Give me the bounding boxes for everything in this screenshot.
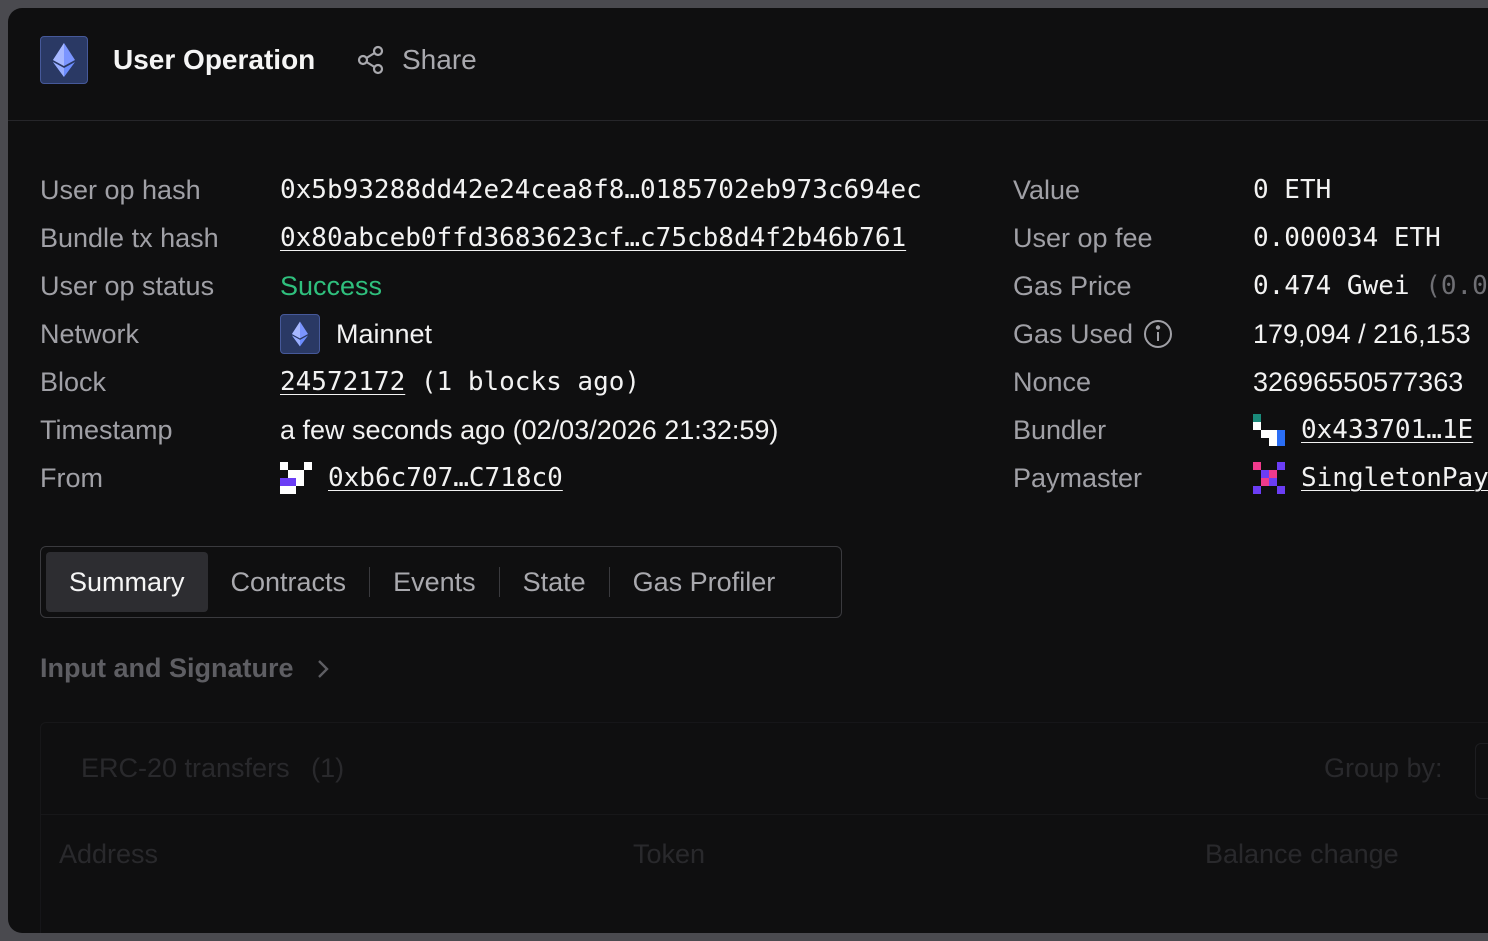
- paymaster-label: Paymaster: [1013, 463, 1143, 493]
- nonce-label: Nonce: [1013, 367, 1092, 397]
- timestamp-value: a few seconds ago (02/03/2026 21:32:59): [280, 415, 779, 445]
- section-title: Input and Signature: [40, 653, 294, 683]
- gas-used-value: 179,094 / 216,153: [1253, 319, 1471, 349]
- info-icon[interactable]: [1143, 319, 1173, 349]
- timestamp-label: Timestamp: [40, 415, 173, 445]
- from-avatar-icon: [280, 462, 312, 494]
- ethereum-icon: [280, 314, 320, 354]
- tab-state[interactable]: State: [500, 552, 609, 612]
- chevron-right-icon: [317, 659, 329, 678]
- gas-price-label: Gas Price: [1013, 271, 1132, 301]
- tab-contracts[interactable]: Contracts: [208, 552, 370, 612]
- transfers-count: (1): [311, 753, 345, 783]
- tab-bar: Summary Contracts Events State Gas Profi…: [40, 546, 842, 618]
- tab-gas-profiler[interactable]: Gas Profiler: [610, 552, 799, 612]
- network-value: Mainnet: [336, 319, 433, 349]
- ethereum-icon: [40, 36, 88, 84]
- input-signature-toggle[interactable]: Input and Signature: [40, 653, 330, 684]
- status-badge: Success: [280, 271, 383, 301]
- gas-price-extra: (0.00: [1425, 271, 1488, 301]
- share-button[interactable]: Share: [356, 44, 477, 76]
- bundler-avatar-icon: [1253, 414, 1285, 446]
- user-op-hash-label: User op hash: [40, 175, 201, 205]
- fee-label: User op fee: [1013, 223, 1153, 253]
- from-address-link[interactable]: 0xb6c707…C718c0: [328, 463, 563, 493]
- page-title: User Operation: [113, 44, 316, 75]
- bundle-tx-hash-link[interactable]: 0x80abceb0ffd3683623cf…c75cb8d4f2b46b761: [280, 223, 910, 253]
- network-label: Network: [40, 319, 140, 349]
- bundler-address-link[interactable]: 0x433701…1E: [1301, 415, 1488, 445]
- value-amount: 0 ETH: [1253, 175, 1332, 205]
- transfers-title: ERC-20 transfers: [81, 753, 290, 783]
- fee-amount: 0.000034 ETH: [1253, 223, 1441, 253]
- nonce-value: 32696550577363: [1253, 367, 1464, 397]
- share-label: Share: [402, 44, 477, 75]
- paymaster-avatar-icon: [1253, 462, 1285, 494]
- column-balance-change: Balance change: [1205, 839, 1399, 869]
- paymaster-link[interactable]: SingletonPay: [1301, 463, 1488, 493]
- value-label: Value: [1013, 175, 1081, 205]
- share-icon: [357, 45, 384, 75]
- status-label: User op status: [40, 271, 215, 301]
- app-window: User Operation Share User op hash 0x5b93…: [8, 8, 1488, 933]
- page-header: User Operation Share: [8, 8, 1488, 121]
- erc20-transfers-panel: ERC-20 transfers (1) Group by: Address T…: [40, 722, 1488, 933]
- group-by-label: Group by:: [1324, 753, 1443, 783]
- column-token: Token: [633, 839, 706, 869]
- column-address: Address: [59, 839, 159, 869]
- panel-header: ERC-20 transfers (1) Group by:: [41, 723, 1488, 815]
- tab-summary[interactable]: Summary: [46, 552, 208, 612]
- block-label: Block: [40, 367, 107, 397]
- gas-price-value: 0.474 Gwei: [1253, 271, 1410, 301]
- group-by-select[interactable]: [1475, 743, 1488, 799]
- user-op-hash-value: 0x5b93288dd42e24cea8f8…0185702eb973c694e…: [280, 175, 922, 205]
- block-age: (1 blocks ago): [420, 367, 641, 397]
- from-label: From: [40, 463, 103, 493]
- tab-events[interactable]: Events: [370, 552, 499, 612]
- bundler-label: Bundler: [1013, 415, 1107, 445]
- bundle-tx-hash-label: Bundle tx hash: [40, 223, 219, 253]
- gas-used-label: Gas Used: [1013, 319, 1134, 349]
- block-number-link[interactable]: 24572172: [280, 367, 405, 397]
